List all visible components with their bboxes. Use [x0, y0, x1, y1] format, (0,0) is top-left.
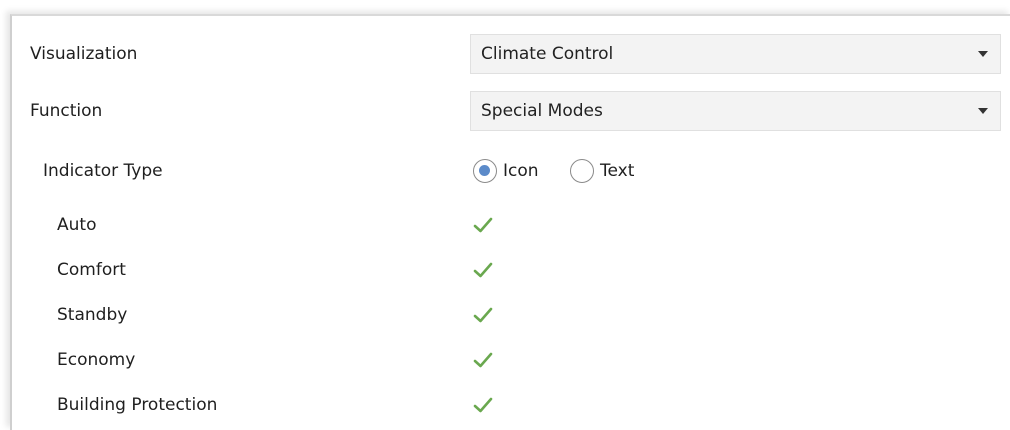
radio-selected-dot-icon [479, 165, 490, 176]
mode-label: Economy [57, 350, 136, 370]
radio-icon-label[interactable]: Icon [503, 160, 539, 182]
function-label: Function [30, 101, 103, 121]
function-dropdown[interactable]: Special Modes [470, 91, 1001, 131]
checkmark-icon[interactable] [470, 347, 496, 373]
checkmark-icon[interactable] [470, 257, 496, 283]
chevron-down-icon [978, 108, 988, 114]
indicator-type-row: Indicator Type Icon Text [12, 151, 1010, 191]
checkmark-icon[interactable] [470, 302, 496, 328]
visualization-label: Visualization [30, 44, 138, 64]
visualization-row: Visualization Climate Control [12, 34, 1010, 74]
mode-label: Comfort [57, 260, 126, 280]
radio-text-label[interactable]: Text [600, 160, 634, 182]
mode-row-auto: Auto [12, 205, 1010, 245]
radio-icon-option[interactable] [473, 159, 497, 183]
visualization-dropdown[interactable]: Climate Control [470, 34, 1001, 74]
checkmark-icon[interactable] [470, 392, 496, 418]
mode-row-standby: Standby [12, 295, 1010, 335]
function-row: Function Special Modes [12, 91, 1010, 131]
checkmark-icon[interactable] [470, 212, 496, 238]
radio-text-option[interactable] [570, 159, 594, 183]
mode-label: Standby [57, 305, 128, 325]
chevron-down-icon [978, 51, 988, 57]
settings-panel: Visualization Climate Control Function S… [10, 14, 1010, 430]
mode-label: Auto [57, 215, 97, 235]
visualization-value: Climate Control [481, 44, 614, 64]
function-value: Special Modes [481, 101, 603, 121]
indicator-type-label: Indicator Type [43, 161, 163, 181]
mode-row-economy: Economy [12, 340, 1010, 380]
mode-row-building-protection: Building Protection [12, 385, 1010, 425]
mode-label: Building Protection [57, 395, 218, 415]
mode-row-comfort: Comfort [12, 250, 1010, 290]
